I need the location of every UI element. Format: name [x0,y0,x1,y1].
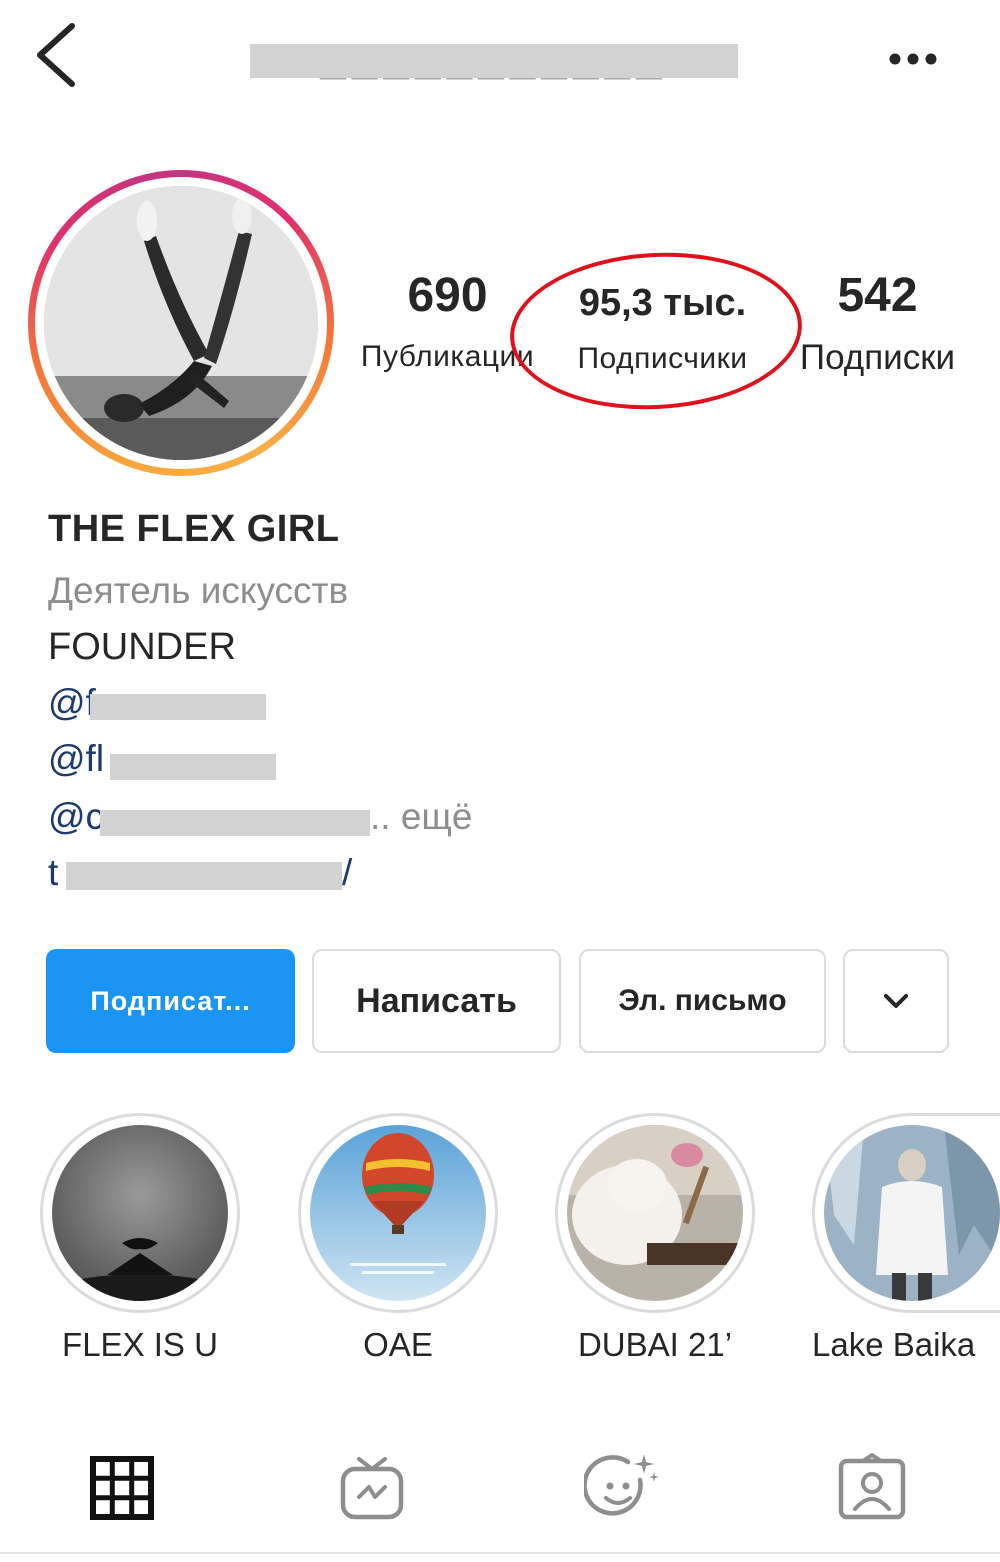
stat-followers-count: 95,3 тыс. [578,282,747,324]
chevron-down-icon [884,994,908,1008]
stat-following[interactable]: 542 Подписки [780,268,980,388]
bio-mention-3-text: @c [48,796,105,837]
profile-category: Деятель искусств [48,570,349,611]
follow-button[interactable]: Подписат... [46,949,295,1053]
bio-mention-2-text: @fl [48,738,105,779]
highlight-cover [52,1125,228,1301]
stat-posts-count: 690 [407,269,488,322]
highlight-label: OAE [363,1326,433,1363]
stat-followers[interactable]: 95,3 тыс. Подписчики [555,268,770,388]
stat-posts-label: Публикации [360,340,535,373]
chevron-left-icon [37,23,75,87]
tab-grid[interactable] [72,1438,172,1538]
highlight-cover [567,1125,743,1301]
highlight-cover [824,1125,1000,1301]
bottom-divider [0,1552,1000,1554]
tagged-icon [838,1453,906,1520]
highlight-cover [310,1125,486,1301]
stat-following-label: Подписки [799,338,956,377]
highlight-dubai-21[interactable] [555,1113,755,1313]
highlight-flex-is-u[interactable] [40,1113,240,1313]
email-button[interactable]: Эл. письмо [579,949,826,1053]
highlight-oae[interactable] [298,1113,498,1313]
highlight-lake-baikal[interactable] [812,1113,1000,1313]
stat-followers-label: Подписчики [577,342,748,375]
tab-tagged[interactable] [822,1438,922,1538]
message-button[interactable]: Написать [312,949,561,1053]
bio-mention-1[interactable]: @f [48,682,96,730]
bio-mention-1-redaction [90,694,266,720]
stat-posts[interactable]: 690 Публикации [340,268,555,388]
highlight-cover-image [567,1125,743,1301]
profile-name: THE FLEX GIRL [48,508,340,550]
bio-founder: FOUNDER [48,626,236,668]
stat-following-count: 542 [837,269,918,322]
suggested-accounts-button[interactable] [843,949,949,1053]
more-horizontal-icon [889,53,937,65]
grid-icon [90,1456,154,1520]
bio-website-redaction [66,862,342,890]
highlight-label: DUBAI 21’ [577,1326,733,1363]
highlight-cover-image [310,1125,486,1301]
avatar-story-ring[interactable] [28,170,334,476]
highlight-label: Lake Baika [812,1326,976,1363]
igtv-icon [340,1457,404,1520]
bio-mention-1-text: @f [48,682,96,723]
bio-website-text: t [48,852,59,893]
highlight-cover-image [52,1125,228,1301]
bio-more-link[interactable]: .. ещё [370,796,472,838]
reels-effects-icon [584,1454,659,1516]
bio-mention-2-redaction [110,754,276,780]
tab-igtv[interactable] [322,1438,422,1538]
avatar-photo-yoga-pose [44,186,318,460]
avatar [44,186,318,460]
highlight-label: FLEX IS U [62,1326,218,1363]
more-options-button[interactable] [880,36,950,82]
highlight-cover-image [824,1125,1000,1301]
back-button[interactable] [28,18,88,88]
bio-mention-3-redaction [100,810,370,836]
bio-mention-2[interactable]: @fl [48,738,104,786]
bio-website-suffix: / [342,852,353,893]
tab-effects[interactable] [572,1438,672,1538]
username-redaction [250,44,738,78]
